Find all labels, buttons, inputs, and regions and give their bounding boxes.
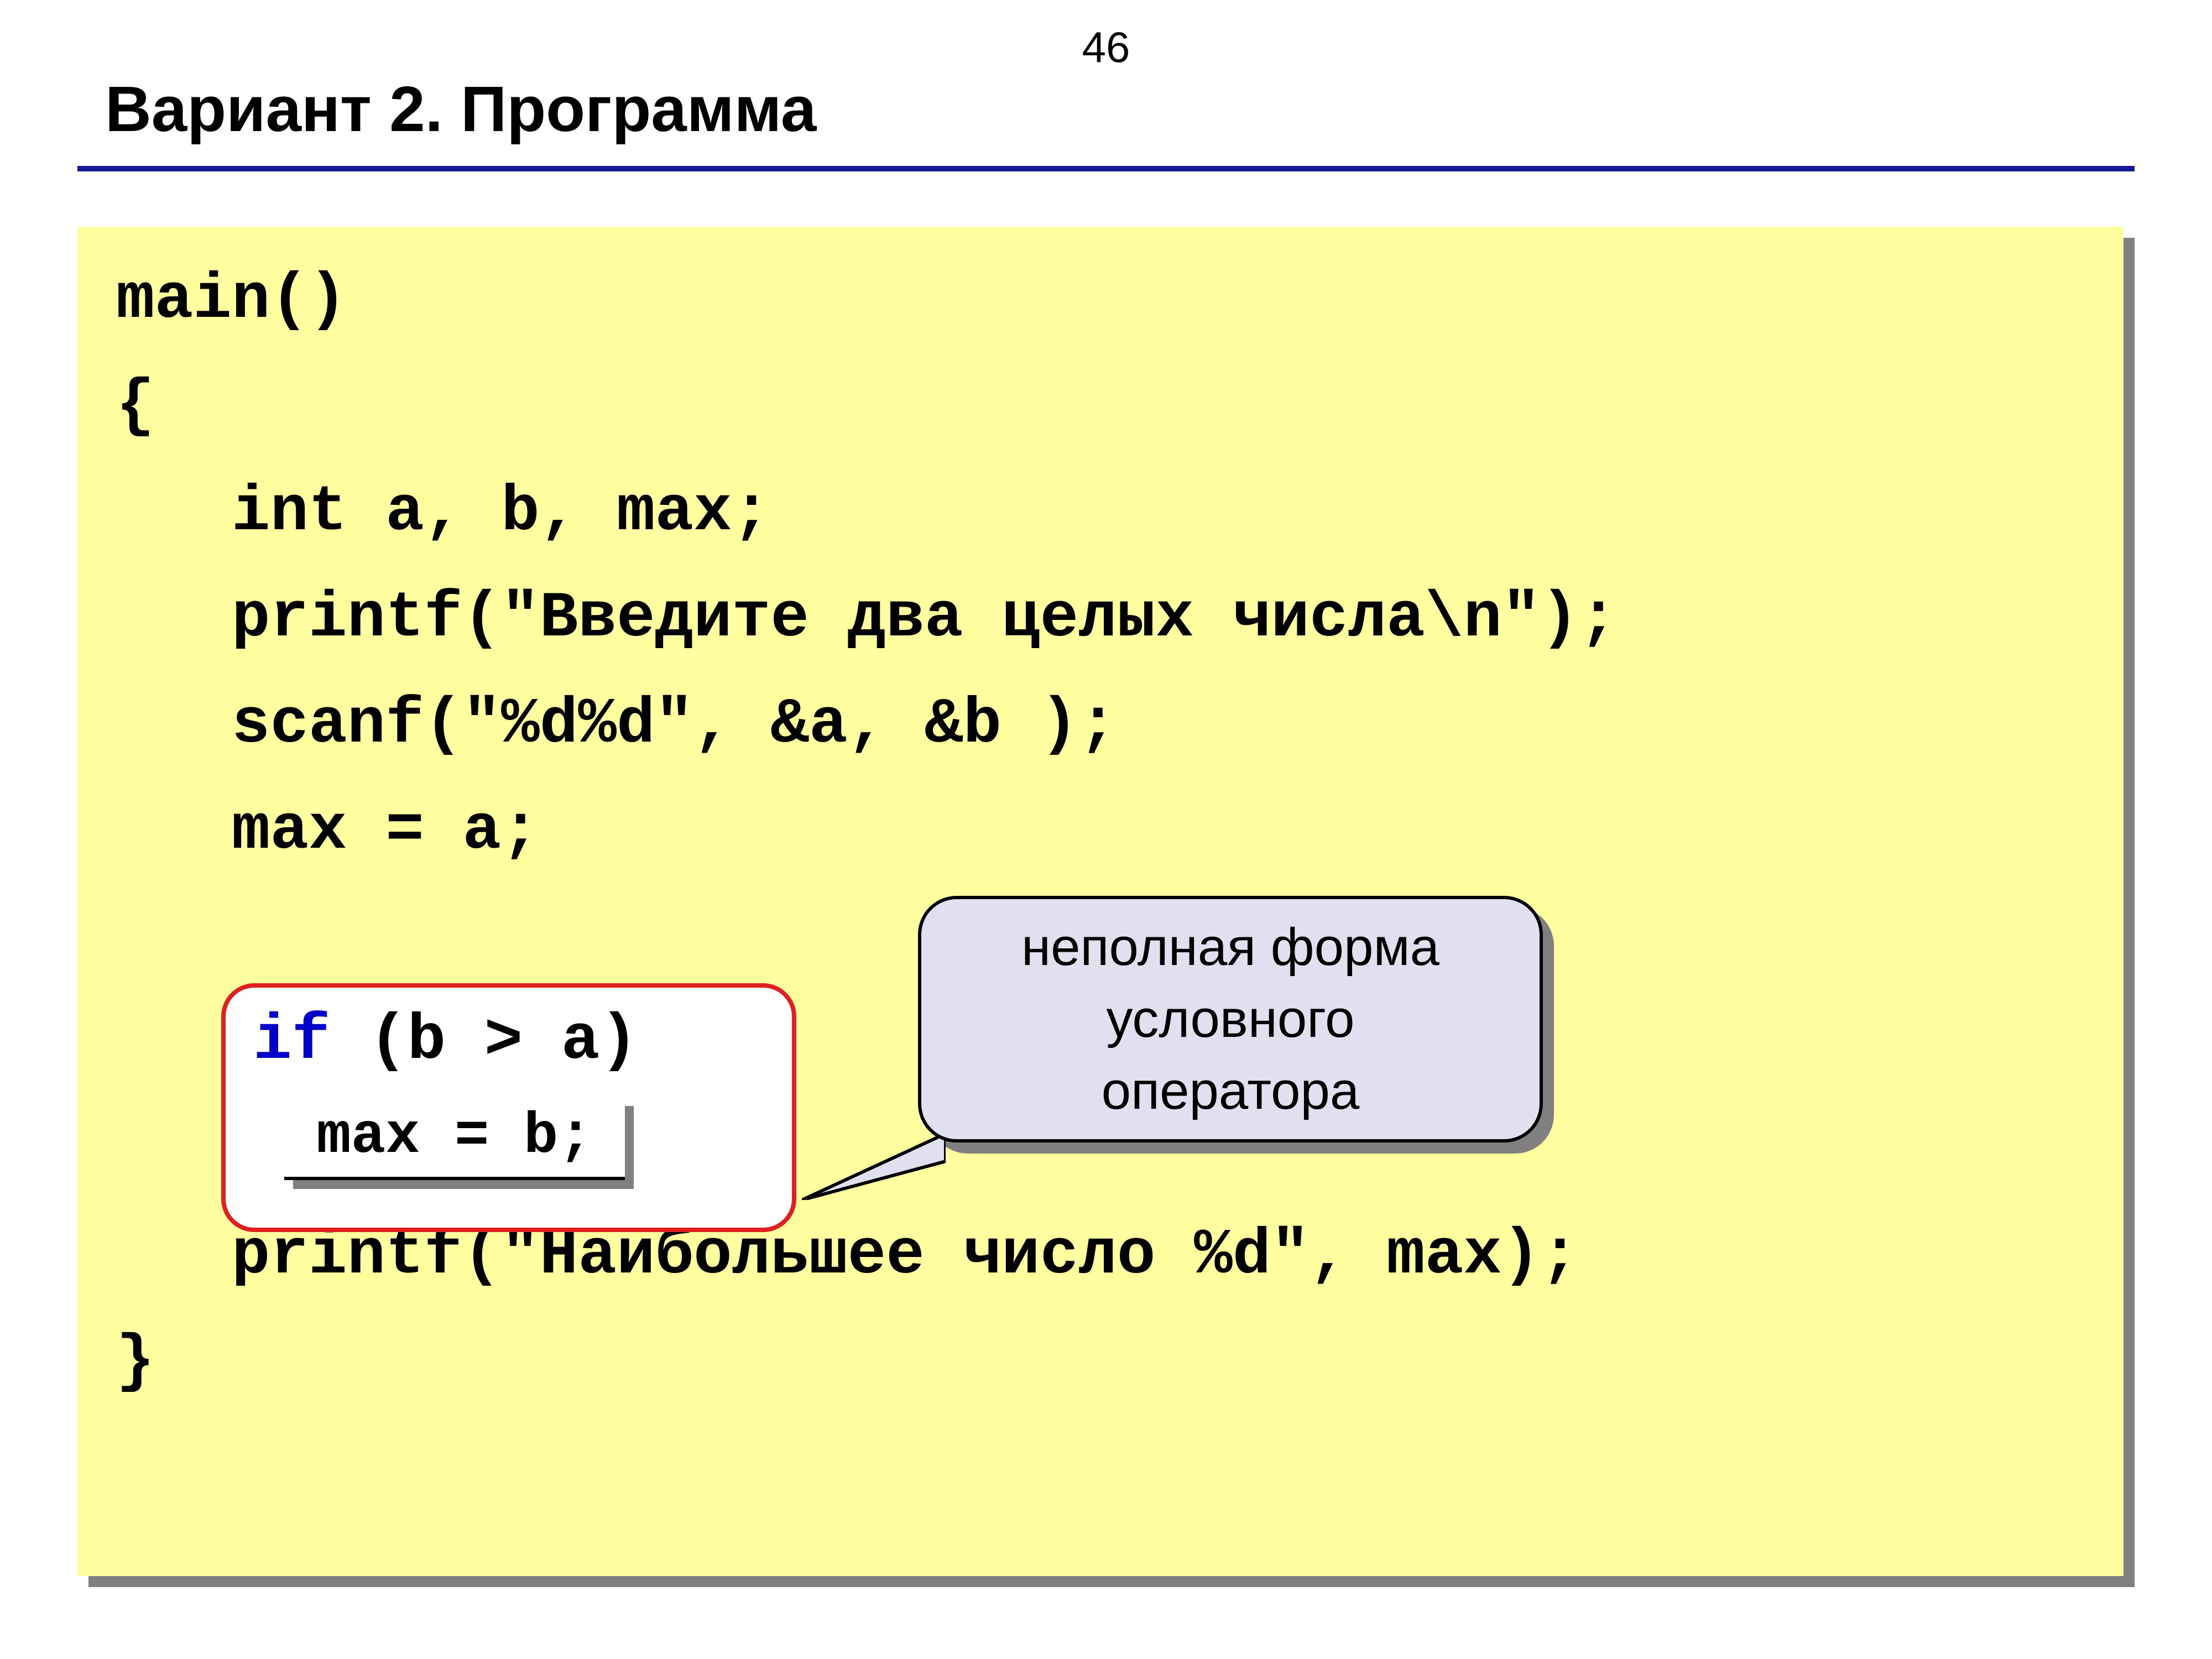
if-statement: if (b > a): [253, 1004, 638, 1077]
code-line-1: main(): [116, 263, 347, 336]
slide: 46 Вариант 2. Программа main() { int a, …: [0, 0, 2212, 1659]
callout-tail-icon: [802, 1128, 946, 1200]
maxb-box: max = b;: [284, 1097, 625, 1180]
callout-text: неполная форма условного оператора: [1021, 911, 1439, 1127]
title-underline: [77, 166, 2135, 171]
callout-bubble: неполная форма условного оператора: [918, 896, 1543, 1142]
code-line-6: max = a;: [116, 794, 540, 867]
if-keyword: if: [253, 1004, 330, 1077]
code-line-4: printf("Введите два целых числа\n");: [116, 582, 1618, 655]
page-number: 46: [0, 22, 2212, 72]
slide-title: Вариант 2. Программа: [105, 72, 816, 146]
maxb-text: max = b;: [316, 1104, 592, 1170]
if-condition: (b > a): [330, 1004, 638, 1077]
code-line-5: scanf("%d%d", &a, &b );: [116, 688, 1117, 761]
code-listing: main() { int a, b, max; printf("Введите …: [116, 247, 1618, 1415]
code-line-11: }: [116, 1325, 155, 1398]
code-line-3: int a, b, max;: [116, 476, 770, 549]
code-line-2: {: [116, 369, 155, 442]
